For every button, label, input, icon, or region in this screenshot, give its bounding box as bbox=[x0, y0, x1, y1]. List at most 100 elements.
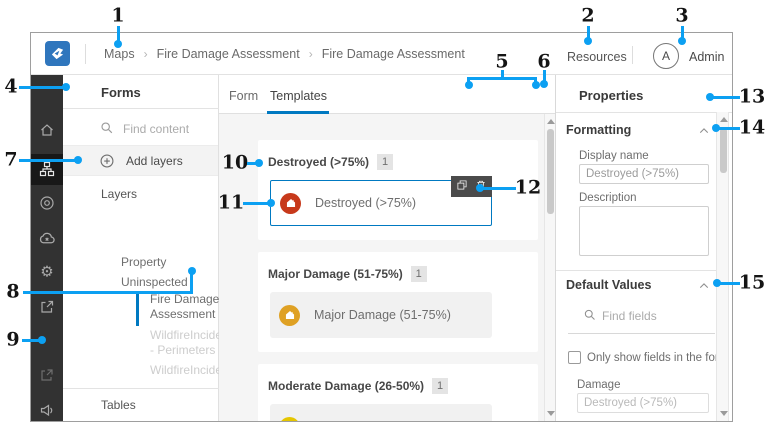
callout-dot bbox=[584, 37, 592, 45]
tab-templates[interactable]: Templates bbox=[270, 89, 327, 103]
major-damage-symbol-icon bbox=[279, 304, 300, 326]
geofence-icon[interactable] bbox=[39, 195, 55, 211]
callout-10: 10 bbox=[221, 151, 249, 174]
scrollbar-thumb[interactable] bbox=[720, 128, 727, 173]
breadcrumb: Maps › Fire Damage Assessment › Fire Dam… bbox=[104, 47, 465, 61]
layer-item-wildfire-incidents[interactable]: WildfireIncidents bbox=[150, 363, 238, 378]
settings-gear-icon[interactable]: ⚙ bbox=[40, 265, 53, 280]
layer-item-fire-damage-assessment[interactable]: Fire Damage Assessment bbox=[150, 292, 228, 322]
gear-glyph: ⚙ bbox=[40, 263, 54, 281]
description-input[interactable] bbox=[579, 206, 709, 256]
templates-panel: Form Templates ↶ ↷ Destroyed (>75%) 1 De… bbox=[219, 75, 725, 421]
template-item-moderate[interactable]: Moderate Damage (26-50%) bbox=[270, 404, 492, 421]
forms-builder-icon[interactable] bbox=[39, 161, 55, 177]
template-item-destroyed[interactable]: Destroyed (>75%) bbox=[270, 176, 492, 226]
formatting-section-header[interactable]: Formatting bbox=[566, 123, 631, 137]
tab-form[interactable]: Form bbox=[229, 89, 258, 103]
find-fields-input[interactable]: Find fields bbox=[602, 309, 657, 323]
app-logo-icon[interactable] bbox=[45, 41, 70, 66]
layer-item-uninspected[interactable]: Uninspected bbox=[121, 275, 188, 289]
callout-line bbox=[243, 201, 269, 205]
damage-field-label: Damage bbox=[577, 379, 621, 391]
template-count-badge: 1 bbox=[377, 154, 394, 170]
callout-dot bbox=[531, 81, 540, 89]
scrollbar-thumb[interactable] bbox=[547, 129, 554, 214]
avatar-initial: A bbox=[661, 49, 670, 63]
callout-dot bbox=[464, 81, 473, 89]
template-group-major: Major Damage (51-75%) 1 Major Damage (51… bbox=[258, 252, 538, 352]
callout-line bbox=[190, 273, 193, 291]
search-icon bbox=[100, 121, 114, 135]
open-in-new-icon[interactable] bbox=[39, 367, 55, 383]
properties-panel-title: Properties bbox=[579, 88, 644, 103]
callout-dot bbox=[267, 199, 275, 207]
template-group-title: Destroyed (>75%) bbox=[268, 155, 370, 169]
forms-panel-title: Forms bbox=[101, 85, 141, 100]
callout-11: 11 bbox=[217, 191, 245, 214]
plus-circle-icon bbox=[100, 154, 115, 169]
breadcrumb-maps[interactable]: Maps bbox=[104, 47, 135, 61]
callout-line bbox=[19, 85, 65, 89]
callout-3: 3 bbox=[675, 4, 689, 27]
announcements-icon[interactable] bbox=[39, 402, 55, 418]
header-divider bbox=[85, 44, 86, 64]
active-tab-underline bbox=[267, 111, 329, 114]
chevron-up-icon[interactable] bbox=[699, 282, 709, 290]
callout-line bbox=[467, 76, 537, 80]
home-icon[interactable] bbox=[39, 122, 55, 138]
callout-line bbox=[19, 158, 76, 162]
breadcrumb-page-name: Fire Damage Assessment bbox=[321, 47, 465, 61]
callout-1: 1 bbox=[111, 4, 125, 27]
moderate-damage-symbol-icon bbox=[279, 416, 300, 421]
display-name-input[interactable] bbox=[579, 164, 709, 184]
callout-dot bbox=[678, 37, 686, 45]
app-window: Maps › Fire Damage Assessment › Fire Dam… bbox=[30, 32, 733, 422]
callout-2: 2 bbox=[581, 4, 595, 27]
layers-section-header[interactable]: Layers bbox=[101, 187, 137, 201]
destroyed-symbol-icon bbox=[280, 192, 301, 214]
callout-12: 12 bbox=[514, 176, 542, 199]
description-label: Description bbox=[579, 192, 637, 204]
duplicate-icon[interactable] bbox=[456, 178, 468, 196]
scroll-up-arrow[interactable] bbox=[547, 119, 555, 124]
scroll-down-arrow[interactable] bbox=[547, 411, 555, 416]
callout-dot bbox=[114, 40, 122, 48]
breadcrumb-separator-icon: › bbox=[308, 47, 313, 61]
forms-panel: Forms Find content Add layers Layers Pro… bbox=[63, 75, 251, 421]
damage-field-value[interactable] bbox=[577, 393, 709, 413]
template-group-destroyed: Destroyed (>75%) 1 Destroyed (>75%) bbox=[258, 140, 538, 240]
find-content-input[interactable]: Find content bbox=[123, 122, 189, 136]
callout-line bbox=[713, 95, 740, 99]
layer-item-wildfire-perimeters[interactable]: WildfireIncidents - Perimeters bbox=[150, 328, 238, 358]
share-icon[interactable] bbox=[39, 299, 55, 315]
offline-cloud-icon[interactable] bbox=[39, 230, 56, 247]
tables-section-header[interactable]: Tables bbox=[101, 398, 136, 412]
user-menu[interactable]: Admin bbox=[689, 50, 724, 64]
nav-sidebar: ⚙ » bbox=[31, 75, 63, 421]
only-show-fields-checkbox[interactable] bbox=[568, 351, 581, 364]
breadcrumb-map-name[interactable]: Fire Damage Assessment bbox=[157, 47, 300, 61]
callout-8: 8 bbox=[6, 280, 20, 303]
template-group-moderate: Moderate Damage (26-50%) 1 Moderate Dama… bbox=[258, 364, 538, 421]
callout-line bbox=[23, 290, 193, 294]
display-name-label: Display name bbox=[579, 150, 649, 162]
properties-scrollbar[interactable] bbox=[716, 112, 729, 421]
scroll-down-arrow[interactable] bbox=[719, 411, 728, 416]
scroll-up-arrow[interactable] bbox=[719, 117, 728, 122]
avatar[interactable]: A bbox=[653, 43, 679, 69]
layer-item-property[interactable]: Property bbox=[121, 255, 166, 269]
resources-link[interactable]: Resources bbox=[567, 50, 627, 64]
callout-9: 9 bbox=[6, 328, 20, 351]
add-layers-button[interactable]: Add layers bbox=[63, 145, 218, 176]
callout-14: 14 bbox=[738, 116, 766, 139]
template-item-major[interactable]: Major Damage (51-75%) bbox=[270, 292, 492, 338]
callout-line bbox=[719, 126, 740, 130]
template-group-title: Moderate Damage (26-50%) bbox=[268, 379, 425, 393]
add-layers-label: Add layers bbox=[126, 154, 183, 168]
callout-dot bbox=[255, 159, 263, 167]
callout-line bbox=[720, 281, 740, 285]
chevron-up-icon[interactable] bbox=[699, 127, 709, 135]
properties-panel: Properties Formatting Display name Descr… bbox=[555, 75, 732, 421]
default-values-section-header[interactable]: Default Values bbox=[566, 278, 651, 292]
template-group-title: Major Damage (51-75%) bbox=[268, 267, 403, 281]
